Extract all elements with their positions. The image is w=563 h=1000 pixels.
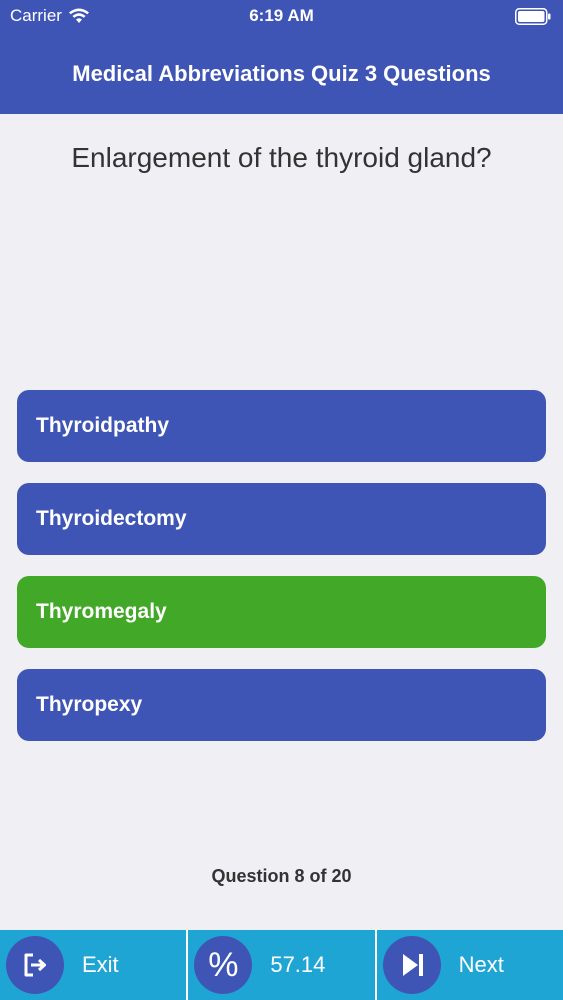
percent-symbol: %	[208, 945, 239, 984]
status-time: 6:19 AM	[249, 6, 314, 25]
answer-label: Thyromegaly	[36, 600, 167, 623]
score-value: 57.14	[270, 952, 326, 977]
answer-label: Thyropexy	[36, 693, 143, 716]
question-text: Enlargement of the thyroid gland?	[71, 142, 492, 173]
page-title: Medical Abbreviations Quiz 3 Questions	[72, 60, 491, 86]
exit-icon	[6, 936, 64, 994]
answer-option-2[interactable]: Thyroidectomy	[17, 483, 546, 555]
exit-button[interactable]: Exit	[0, 930, 189, 1000]
bottom-toolbar: Exit % 57.14 Next	[0, 930, 563, 1000]
answer-option-3-correct[interactable]: Thyromegaly	[17, 576, 546, 648]
quiz-content: Enlargement of the thyroid gland? Thyroi…	[0, 114, 563, 930]
nav-bar: Medical Abbreviations Quiz 3 Questions	[0, 33, 563, 114]
battery-icon	[515, 8, 551, 25]
exit-label: Exit	[82, 952, 119, 977]
percent-icon: %	[194, 936, 253, 994]
next-label: Next	[458, 952, 504, 977]
answer-label: Thyroidpathy	[36, 414, 170, 437]
next-button[interactable]: Next	[377, 930, 563, 1000]
skip-next-icon	[382, 936, 441, 994]
score-display: % 57.14	[188, 930, 377, 1000]
answer-label: Thyroidectomy	[36, 507, 187, 530]
answer-option-1[interactable]: Thyroidpathy	[17, 390, 546, 462]
answer-option-4[interactable]: Thyropexy	[17, 669, 546, 741]
question-progress: Question 8 of 20	[211, 866, 352, 886]
status-bar: Carrier 6:19 AM	[0, 0, 563, 33]
